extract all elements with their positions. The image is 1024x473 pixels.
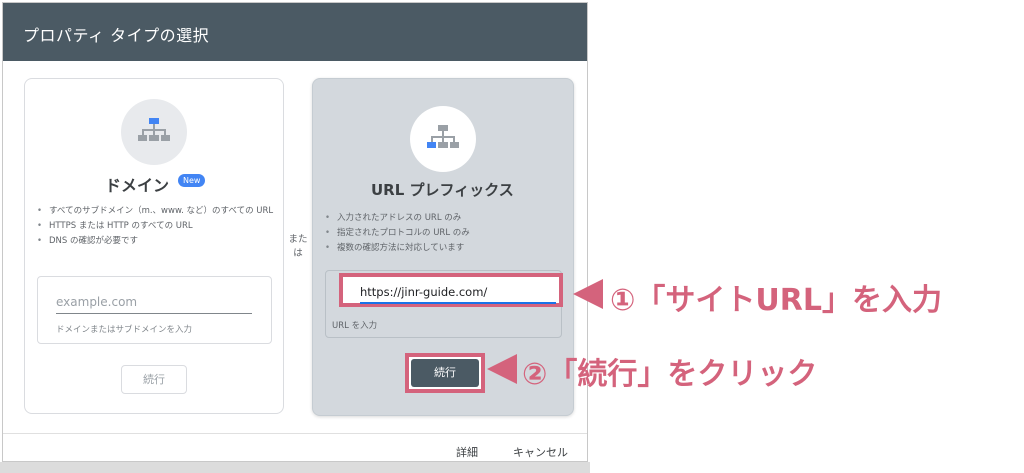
- domain-feature-list: すべてのサブドメイン（m.、www. など）のすべての URL HTTPS また…: [35, 204, 275, 249]
- domain-continue-button[interactable]: 続行: [121, 365, 187, 394]
- details-button[interactable]: 詳細: [456, 444, 478, 460]
- or-separator: また は: [288, 234, 308, 259]
- dialog-title: プロパティ タイプの選択: [23, 26, 210, 45]
- property-type-dialog: プロパティ タイプの選択 ドメイン New すべてのサブドメイン（m.、www.…: [2, 2, 588, 462]
- url-input-underline: [360, 302, 556, 304]
- continue-button-highlight: 続行: [405, 353, 485, 393]
- background-page-fragment: [0, 462, 590, 473]
- sitemap-icon: [121, 99, 187, 165]
- url-input-box: https://jinr-guide.com/ URL を入力: [325, 270, 563, 338]
- list-item: すべてのサブドメイン（m.、www. など）のすべての URL: [35, 204, 275, 219]
- url-input-highlight: https://jinr-guide.com/: [339, 273, 563, 307]
- annotation-step-1: ①「サイトURL」を入力: [610, 283, 942, 318]
- list-item: 複数の確認方法に対応しています: [323, 241, 568, 256]
- url-input-help: URL を入力: [332, 321, 378, 331]
- new-badge: New: [178, 174, 206, 187]
- arrow-left-icon: [573, 279, 603, 309]
- list-item: HTTPS または HTTP のすべての URL: [35, 219, 275, 234]
- cancel-button[interactable]: キャンセル: [513, 444, 568, 460]
- list-item: DNS の確認が必要です: [35, 234, 275, 249]
- list-item: 入力されたアドレスの URL のみ: [323, 211, 568, 226]
- list-item: 指定されたプロトコルの URL のみ: [323, 226, 568, 241]
- url-continue-button[interactable]: 続行: [411, 359, 479, 387]
- domain-input-help: ドメインまたはサブドメインを入力: [56, 325, 193, 335]
- annotation-step-2: ②「続行」をクリック: [522, 357, 818, 392]
- url-prefix-card-title: URL プレフィックス: [371, 181, 514, 199]
- domain-card[interactable]: ドメイン New すべてのサブドメイン（m.、www. など）のすべての URL…: [24, 78, 284, 414]
- domain-input[interactable]: example.com: [56, 295, 137, 309]
- url-input[interactable]: https://jinr-guide.com/: [360, 285, 487, 299]
- url-prefix-feature-list: 入力されたアドレスの URL のみ 指定されたプロトコルの URL のみ 複数の…: [323, 211, 568, 256]
- footer-divider: [3, 433, 587, 434]
- dialog-header: プロパティ タイプの選択: [3, 3, 587, 61]
- backdrop: [590, 0, 1024, 473]
- sitemap-icon: [410, 106, 476, 172]
- domain-card-title: ドメイン: [105, 176, 170, 195]
- domain-input-box: example.com ドメインまたはサブドメインを入力: [37, 276, 272, 344]
- domain-input-underline: [56, 313, 252, 314]
- arrow-left-icon: [487, 354, 517, 384]
